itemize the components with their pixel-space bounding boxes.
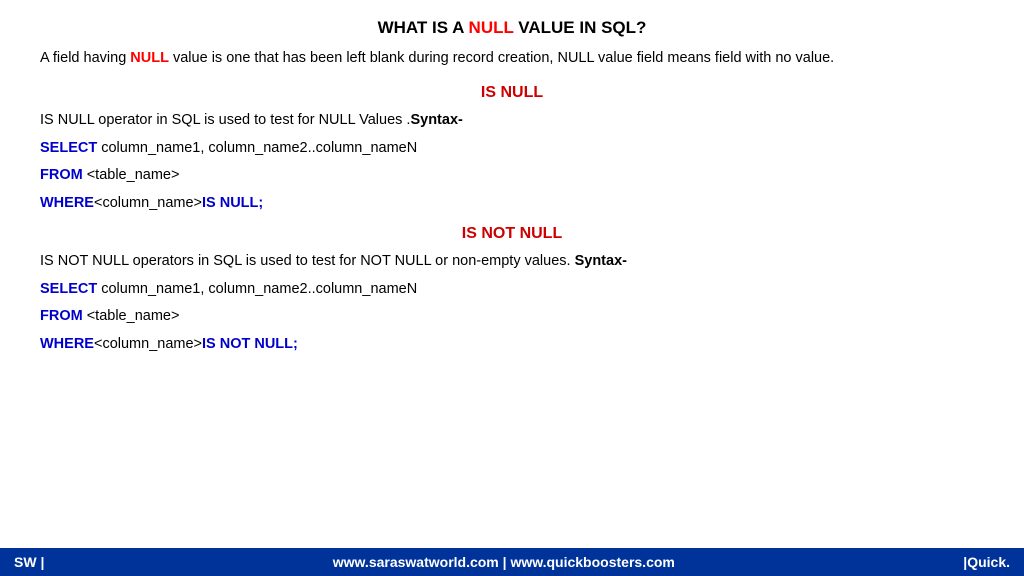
is-null-section: IS NULL IS NULL operator in SQL is used …	[40, 84, 984, 215]
is-not-null-where-rest: <column_name>	[94, 336, 202, 352]
is-not-null-from-rest: <table_name>	[83, 308, 180, 324]
is-null-select-rest: column_name1, column_name2..column_nameN	[97, 140, 417, 156]
desc-suffix: value is one that has been left blank du…	[169, 50, 834, 66]
footer-left: SW |	[14, 554, 44, 570]
is-null-from-rest: <table_name>	[83, 167, 180, 183]
is-not-null-intro-bold: Syntax-	[575, 253, 627, 269]
is-not-null-select: SELECT	[40, 281, 97, 297]
is-null-where: WHERE	[40, 195, 94, 211]
is-not-null-from: FROM	[40, 308, 83, 324]
is-not-null-line3: WHERE<column_name>IS NOT NULL;	[40, 334, 984, 356]
is-null-from: FROM	[40, 167, 83, 183]
is-null-line1: SELECT column_name1, column_name2..colum…	[40, 138, 984, 160]
is-not-null-intro: IS NOT NULL operators in SQL is used to …	[40, 251, 984, 273]
is-null-line3: WHERE<column_name>IS NULL;	[40, 193, 984, 215]
is-null-clause: IS NULL;	[202, 195, 263, 211]
is-null-where-rest: <column_name>	[94, 195, 202, 211]
footer-center: www.saraswatworld.com | www.quickbooster…	[333, 554, 675, 570]
is-not-null-where: WHERE	[40, 336, 94, 352]
is-null-intro-text: IS NULL operator in SQL is used to test …	[40, 112, 410, 128]
main-content: WHAT IS A NULL VALUE IN SQL? A field hav…	[0, 0, 1024, 376]
is-null-intro: IS NULL operator in SQL is used to test …	[40, 110, 984, 132]
is-not-null-section: IS NOT NULL IS NOT NULL operators in SQL…	[40, 225, 984, 356]
footer-right: |Quick.	[963, 554, 1010, 570]
is-not-null-select-rest: column_name1, column_name2..column_nameN	[97, 281, 417, 297]
footer: SW | www.saraswatworld.com | www.quickbo…	[0, 548, 1024, 576]
desc-null: NULL	[130, 50, 169, 66]
is-null-heading: IS NULL	[40, 84, 984, 102]
desc-prefix: A field having	[40, 50, 130, 66]
is-null-select: SELECT	[40, 140, 97, 156]
is-null-intro-bold: Syntax-	[410, 112, 462, 128]
title-suffix: VALUE IN SQL?	[514, 18, 647, 37]
is-null-line2: FROM <table_name>	[40, 165, 984, 187]
is-not-null-line2: FROM <table_name>	[40, 306, 984, 328]
title-prefix: WHAT IS A	[378, 18, 469, 37]
is-not-null-line1: SELECT column_name1, column_name2..colum…	[40, 279, 984, 301]
is-not-null-clause: IS NOT NULL;	[202, 336, 298, 352]
page-title: WHAT IS A NULL VALUE IN SQL?	[40, 18, 984, 38]
is-not-null-heading: IS NOT NULL	[40, 225, 984, 243]
description: A field having NULL value is one that ha…	[40, 48, 984, 70]
is-not-null-intro-text: IS NOT NULL operators in SQL is used to …	[40, 253, 575, 269]
title-null: NULL	[469, 18, 514, 37]
